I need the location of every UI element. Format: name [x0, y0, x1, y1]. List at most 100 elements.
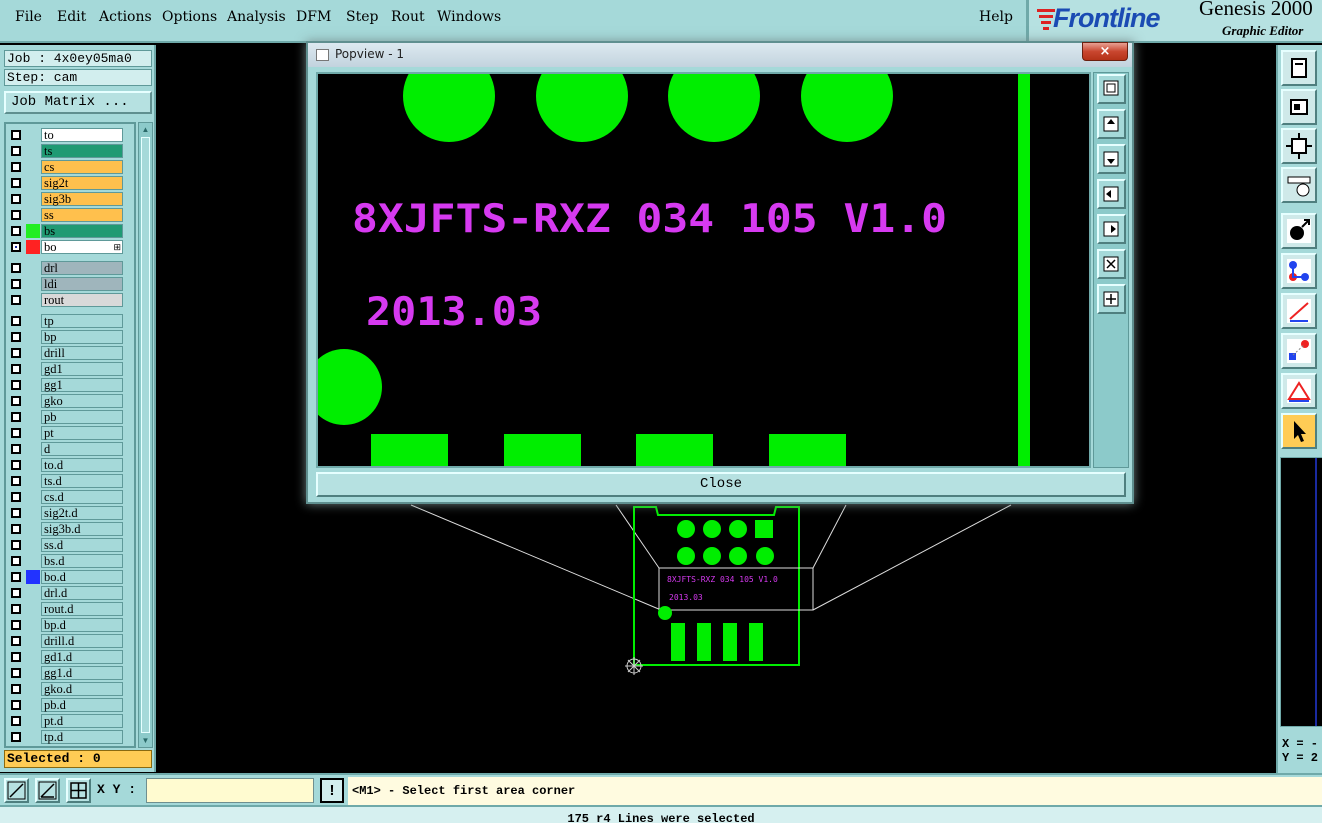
layer-checkbox[interactable] [11, 460, 21, 470]
layer-checkbox[interactable] [11, 263, 21, 273]
net-icon[interactable] [1281, 253, 1317, 289]
layer-checkbox[interactable] [11, 279, 21, 289]
menu-file[interactable]: File [15, 9, 42, 25]
zoom-in-icon[interactable] [1097, 249, 1126, 279]
layer-row-sig2t[interactable]: sig2t [6, 175, 134, 191]
layer-checkbox[interactable] [11, 428, 21, 438]
menu-rout[interactable]: Rout [391, 9, 425, 25]
menu-dfm[interactable]: DFM [296, 9, 331, 25]
layer-row-bs[interactable]: bs [6, 223, 134, 239]
grid-icon[interactable] [66, 778, 91, 803]
layer-row-gg1[interactable]: gg1 [6, 377, 134, 393]
layer-checkbox[interactable] [11, 588, 21, 598]
menu-edit[interactable]: Edit [57, 9, 86, 25]
layer-row-pb[interactable]: pb [6, 409, 134, 425]
layer-row-ss[interactable]: ss [6, 207, 134, 223]
snap-icon[interactable] [1281, 333, 1317, 369]
zoom-home-icon[interactable] [1097, 74, 1126, 104]
layer-row-pt-d[interactable]: pt.d [6, 713, 134, 729]
layer-row-tp[interactable]: tp [6, 313, 134, 329]
close-button[interactable]: Close [316, 472, 1126, 497]
layer-checkbox[interactable] [11, 412, 21, 422]
popview-canvas[interactable]: 8XJFTS-RXZ 034 105 V1.0 2013.03 [306, 50, 1091, 468]
open-icon[interactable] [1281, 50, 1317, 86]
layer-checkbox[interactable] [11, 732, 21, 742]
layer-checkbox[interactable] [11, 364, 21, 374]
layer-checkbox[interactable] [11, 524, 21, 534]
layer-checkbox[interactable] [11, 540, 21, 550]
angle-snap-icon[interactable] [35, 778, 60, 803]
zoom-out-icon[interactable] [1097, 284, 1126, 314]
layer-checkbox[interactable] [11, 146, 21, 156]
layer-row-drl[interactable]: drl [6, 260, 134, 276]
layer-row-gko-d[interactable]: gko.d [6, 681, 134, 697]
layer-checkbox[interactable] [11, 348, 21, 358]
layer-row-ts[interactable]: ts [6, 143, 134, 159]
layer-row-sig2t-d[interactable]: sig2t.d [6, 505, 134, 521]
select-feature-icon[interactable] [1281, 213, 1317, 249]
layer-row-cs[interactable]: cs [6, 159, 134, 175]
layer-row-gd1[interactable]: gd1 [6, 361, 134, 377]
job-matrix-button[interactable]: Job Matrix ... [4, 91, 152, 114]
layer-checkbox[interactable] [11, 636, 21, 646]
layer-row-pt[interactable]: pt [6, 425, 134, 441]
close-icon[interactable]: × [1082, 42, 1128, 61]
layer-checkbox[interactable] [11, 332, 21, 342]
layer-checkbox[interactable] [11, 444, 21, 454]
layer-row-bp-d[interactable]: bp.d [6, 617, 134, 633]
layer-row-ldi[interactable]: ldi [6, 276, 134, 292]
layer-checkbox[interactable] [11, 556, 21, 566]
layer-checkbox[interactable] [11, 668, 21, 678]
menu-step[interactable]: Step [346, 9, 378, 25]
layer-checkbox[interactable] [11, 194, 21, 204]
layer-checkbox[interactable] [11, 684, 21, 694]
layer-row-pb-d[interactable]: pb.d [6, 697, 134, 713]
scrollbar-thumb[interactable] [141, 137, 150, 733]
layer-icon[interactable] [1281, 89, 1317, 125]
layer-list-scrollbar[interactable]: ▲ ▼ [138, 122, 153, 748]
layer-checkbox[interactable] [11, 604, 21, 614]
layer-checkbox[interactable] [11, 210, 21, 220]
layer-checkbox[interactable] [11, 492, 21, 502]
layer-row-ts-d[interactable]: ts.d [6, 473, 134, 489]
layer-checkbox[interactable] [11, 620, 21, 630]
menu-actions[interactable]: Actions [99, 9, 152, 25]
menu-options[interactable]: Options [162, 9, 217, 25]
layer-row-drill-d[interactable]: drill.d [6, 633, 134, 649]
layer-checkbox[interactable] [11, 572, 21, 582]
layer-row-bs-d[interactable]: bs.d [6, 553, 134, 569]
layer-checkbox[interactable] [11, 130, 21, 140]
layer-checkbox[interactable] [11, 162, 21, 172]
pointer-icon[interactable] [1281, 413, 1317, 449]
layer-row-rout-d[interactable]: rout.d [6, 601, 134, 617]
layer-row-to-d[interactable]: to.d [6, 457, 134, 473]
layer-checkbox[interactable] [11, 380, 21, 390]
layer-row-drill[interactable]: drill [6, 345, 134, 361]
layer-row-to[interactable]: to [6, 127, 134, 143]
layer-row-cs-d[interactable]: cs.d [6, 489, 134, 505]
layer-row-gko[interactable]: gko [6, 393, 134, 409]
layer-row-gd1-d[interactable]: gd1.d [6, 649, 134, 665]
layer-row-sig3b[interactable]: sig3b [6, 191, 134, 207]
layer-checkbox[interactable] [11, 652, 21, 662]
settings-icon[interactable] [1281, 167, 1317, 203]
layer-checkbox[interactable] [11, 226, 21, 236]
pan-down-icon[interactable] [1097, 144, 1126, 174]
zoom-fit-icon[interactable] [1281, 128, 1317, 164]
layer-row-d[interactable]: d [6, 441, 134, 457]
popview-titlebar[interactable]: Popview - 1 [308, 43, 1132, 67]
menu-windows[interactable]: Windows [437, 9, 501, 25]
layer-row-sig3b-d[interactable]: sig3b.d [6, 521, 134, 537]
layer-row-bp[interactable]: bp [6, 329, 134, 345]
scroll-down-icon[interactable]: ▼ [140, 735, 151, 746]
layer-checkbox[interactable] [11, 178, 21, 188]
menu-analysis[interactable]: Analysis [227, 9, 286, 25]
layer-checkbox[interactable] [11, 295, 21, 305]
layer-row-drl-d[interactable]: drl.d [6, 585, 134, 601]
layer-checkbox[interactable] [11, 476, 21, 486]
layer-checkbox[interactable] [11, 396, 21, 406]
pan-left-icon[interactable] [1097, 179, 1126, 209]
layer-row-tp-d[interactable]: tp.d [6, 729, 134, 745]
pan-right-icon[interactable] [1097, 214, 1126, 244]
layer-row-bo-d[interactable]: bo.d [6, 569, 134, 585]
